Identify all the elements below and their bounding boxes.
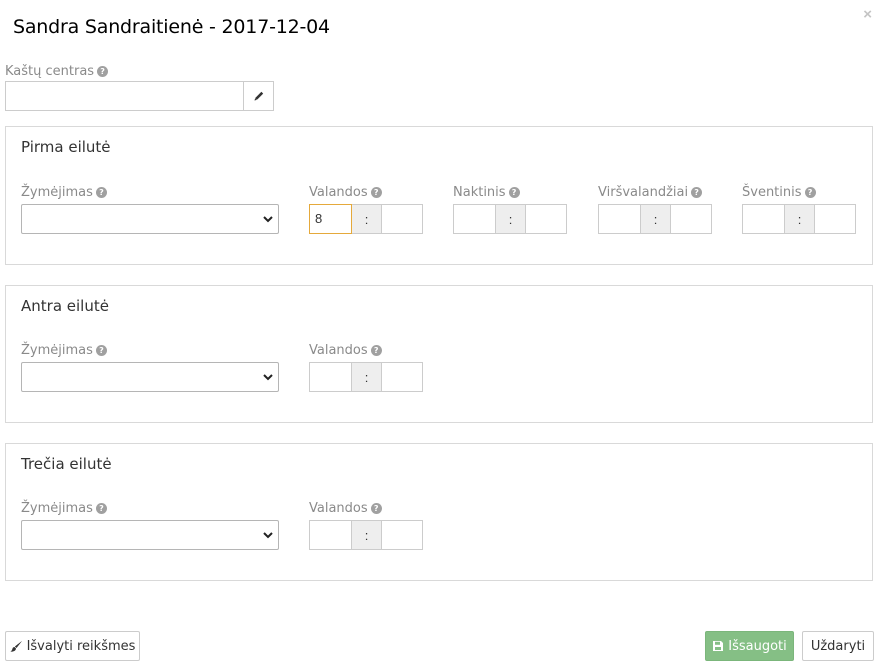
- edit-cost-center-button[interactable]: [243, 81, 274, 111]
- help-icon[interactable]: ?: [804, 187, 816, 198]
- save-label: Išsaugoti: [728, 638, 787, 654]
- night-label: Naktinis ?: [453, 185, 520, 200]
- close-icon[interactable]: ×: [863, 6, 872, 23]
- hours-label: Valandos ?: [309, 185, 382, 200]
- clear-values-label: Išvalyti reikšmes: [26, 638, 136, 654]
- hours-minutes-field[interactable]: [381, 520, 423, 550]
- cost-center-label-text: Kaštų centras: [5, 64, 95, 79]
- hours-time-input: 8 :: [309, 204, 423, 234]
- hours-label-text: Valandos: [309, 343, 368, 358]
- overtime-label-text: Viršvalandžiai: [598, 185, 689, 200]
- row-title: Trečia eilutė: [21, 455, 112, 473]
- dialog-title: Sandra Sandraitienė - 2017-12-04: [13, 16, 330, 38]
- marking-label: Žymėjimas ?: [21, 185, 107, 200]
- marking-select[interactable]: [21, 362, 279, 392]
- time-separator: :: [785, 204, 814, 234]
- time-separator: :: [496, 204, 525, 234]
- hours-hours-field[interactable]: [309, 362, 352, 392]
- hours-time-input: :: [309, 362, 423, 392]
- close-label: Uždaryti: [810, 638, 866, 654]
- holiday-time-input: :: [742, 204, 856, 234]
- help-icon[interactable]: ?: [370, 503, 382, 514]
- marking-label-text: Žymėjimas: [21, 185, 93, 200]
- hours-label-text: Valandos: [309, 501, 368, 516]
- time-separator: :: [352, 204, 381, 234]
- time-separator: :: [352, 520, 381, 550]
- help-icon[interactable]: ?: [95, 503, 107, 514]
- overtime-time-input: :: [598, 204, 712, 234]
- time-separator: :: [352, 362, 381, 392]
- marking-label-text: Žymėjimas: [21, 343, 93, 358]
- hours-minutes-field[interactable]: [381, 362, 423, 392]
- marking-label-text: Žymėjimas: [21, 501, 93, 516]
- holiday-hours-field[interactable]: [742, 204, 785, 234]
- hours-hours-field[interactable]: 8: [309, 204, 352, 234]
- close-button[interactable]: Uždaryti: [802, 631, 874, 661]
- row-panel-3: Trečia eilutė: [5, 443, 873, 581]
- holiday-label-text: Šventinis: [742, 185, 802, 200]
- help-icon[interactable]: ?: [95, 187, 107, 198]
- night-label-text: Naktinis: [453, 185, 506, 200]
- hours-time-input: :: [309, 520, 423, 550]
- row-title: Pirma eilutė: [21, 138, 111, 156]
- clear-values-button[interactable]: Išvalyti reikšmes: [5, 631, 140, 661]
- floppy-disk-icon: [713, 641, 724, 651]
- cost-center-input[interactable]: [5, 81, 244, 111]
- brush-icon: [10, 640, 22, 652]
- overtime-minutes-field[interactable]: [670, 204, 712, 234]
- row-title: Antra eilutė: [21, 297, 109, 315]
- chevron-down-icon: [263, 216, 273, 223]
- save-button[interactable]: Išsaugoti: [705, 631, 794, 661]
- time-separator: :: [641, 204, 670, 234]
- night-minutes-field[interactable]: [525, 204, 567, 234]
- chevron-down-icon: [263, 374, 273, 381]
- pencil-icon: [254, 91, 263, 101]
- help-icon[interactable]: ?: [370, 345, 382, 356]
- overtime-hours-field[interactable]: [598, 204, 641, 234]
- overtime-label: Viršvalandžiai ?: [598, 185, 703, 200]
- help-icon[interactable]: ?: [691, 187, 703, 198]
- hours-label-text: Valandos: [309, 185, 368, 200]
- hours-label: Valandos ?: [309, 343, 382, 358]
- chevron-down-icon: [263, 532, 273, 539]
- row-panel-2: Antra eilutė: [5, 285, 873, 423]
- holiday-label: Šventinis ?: [742, 185, 816, 200]
- help-icon[interactable]: ?: [508, 187, 520, 198]
- hours-label: Valandos ?: [309, 501, 382, 516]
- night-time-input: :: [453, 204, 567, 234]
- marking-select[interactable]: [21, 204, 279, 234]
- hours-minutes-field[interactable]: [381, 204, 423, 234]
- marking-label: Žymėjimas ?: [21, 501, 107, 516]
- marking-select[interactable]: [21, 520, 279, 550]
- cost-center-label: Kaštų centras ?: [5, 64, 109, 79]
- marking-label: Žymėjimas ?: [21, 343, 107, 358]
- help-icon[interactable]: ?: [370, 187, 382, 198]
- help-icon[interactable]: ?: [97, 66, 109, 77]
- help-icon[interactable]: ?: [95, 345, 107, 356]
- holiday-minutes-field[interactable]: [814, 204, 856, 234]
- hours-hours-field[interactable]: [309, 520, 352, 550]
- night-hours-field[interactable]: [453, 204, 496, 234]
